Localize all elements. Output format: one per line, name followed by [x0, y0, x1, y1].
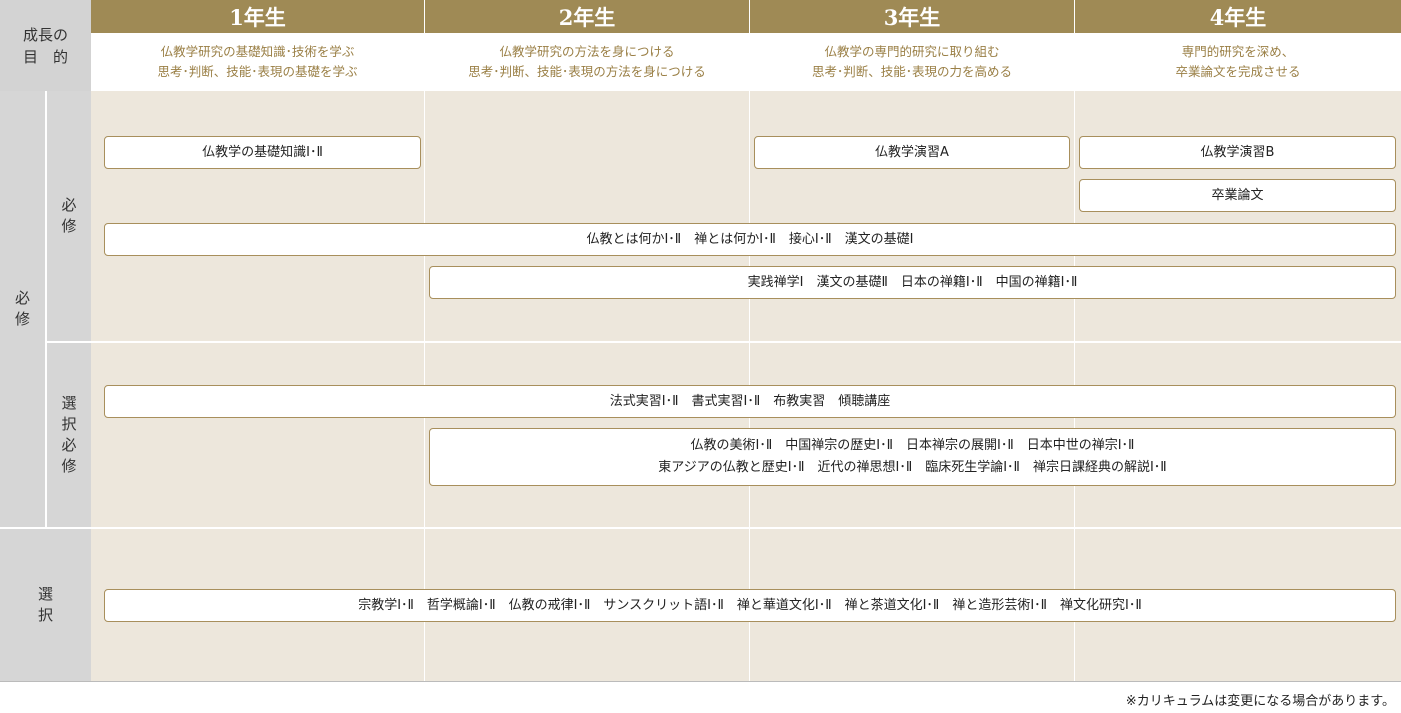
course-elective-all-years: 宗教学Ⅰ･Ⅱ 哲学概論Ⅰ･Ⅱ 仏教の戒律Ⅰ･Ⅱ サンスクリット語Ⅰ･Ⅱ 禅と華道… [104, 589, 1396, 622]
category-required: 必修 [0, 91, 45, 527]
category-elective-label: 選択 [37, 585, 53, 624]
course-elective-required-all-years: 法式実習Ⅰ･Ⅱ 書式実習Ⅰ･Ⅱ 布教実習 傾聴講座 [104, 385, 1396, 418]
course-graduation-thesis: 卒業論文 [1079, 179, 1396, 212]
table-bottom-border [0, 681, 1401, 682]
course-seminar-b: 仏教学演習B [1079, 136, 1396, 169]
year-header-2: 2年生 [425, 0, 749, 33]
subcategory-elective-required: 選択必修 [47, 343, 91, 527]
header-divider [749, 0, 750, 91]
subcategory-required-label: 必修 [61, 196, 77, 235]
section-divider [0, 527, 1401, 529]
header-divider [1074, 0, 1075, 91]
curriculum-change-note: ※カリキュラムは変更になる場合があります。 [1125, 694, 1395, 709]
course-seminar-a: 仏教学演習A [754, 136, 1070, 169]
course-required-all-years: 仏教とは何かⅠ･Ⅱ 禅とは何かⅠ･Ⅱ 接心Ⅰ･Ⅱ 漢文の基礎Ⅰ [104, 223, 1396, 256]
course-basic-knowledge: 仏教学の基礎知識Ⅰ･Ⅱ [104, 136, 421, 169]
category-elective: 選択 [0, 529, 91, 681]
course-required-years-2-4: 実践禅学Ⅰ 漢文の基礎Ⅱ 日本の禅籍Ⅰ･Ⅱ 中国の禅籍Ⅰ･Ⅱ [429, 266, 1396, 299]
subcategory-elective-required-label: 選択必修 [61, 394, 77, 475]
course-elective-required-years-2-4: 仏教の美術Ⅰ･Ⅱ 中国禅宗の歴史Ⅰ･Ⅱ 日本禅宗の展開Ⅰ･Ⅱ 日本中世の禅宗Ⅰ･… [429, 428, 1396, 486]
section-divider [45, 341, 1401, 343]
year-header-4: 4年生 [1075, 0, 1401, 33]
year-goal-4: 専門的研究を深め、 卒業論文を完成させる [1075, 33, 1401, 91]
category-required-label: 必修 [14, 289, 30, 328]
year-goal-1: 仏教学研究の基礎知識･技術を学ぶ 思考･判断、技能･表現の基礎を学ぶ [91, 33, 424, 91]
goal-row-label: 成長の 目 的 [22, 25, 68, 66]
header-divider [424, 0, 425, 91]
year-header-1: 1年生 [91, 0, 424, 33]
year-goal-3: 仏教学の専門的研究に取り組む 思考･判断、技能･表現の力を高める [750, 33, 1074, 91]
subcategory-required: 必修 [47, 91, 91, 341]
year-header-3: 3年生 [750, 0, 1074, 33]
year-goal-2: 仏教学研究の方法を身につける 思考･判断、技能･表現の方法を身につける [425, 33, 749, 91]
goal-row-header: 成長の 目 的 [0, 0, 91, 91]
